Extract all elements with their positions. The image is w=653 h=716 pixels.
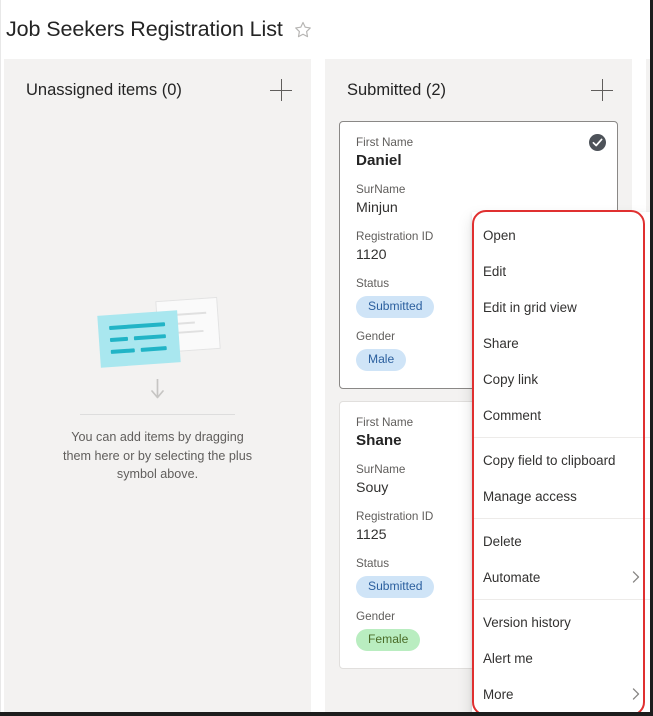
column-title: Submitted (2) — [347, 80, 447, 99]
menu-item-more[interactable]: More — [472, 676, 650, 712]
menu-item-label: Edit in grid view — [483, 299, 577, 315]
app-screen: Job Seekers Registration List Unassigned… — [0, 0, 653, 716]
check-circle-filled-icon[interactable] — [589, 134, 606, 151]
menu-item-label: Manage access — [483, 488, 577, 504]
column-header: Submitted (2) — [325, 59, 632, 121]
menu-item-label: Version history — [483, 614, 571, 630]
menu-item-label: Open — [483, 227, 516, 243]
field-label: SurName — [356, 183, 406, 196]
column-title: Unassigned items (0) — [26, 80, 182, 99]
menu-item-delete[interactable]: Delete — [472, 523, 650, 559]
menu-separator — [472, 599, 650, 600]
menu-separator — [472, 437, 650, 438]
menu-item-comment[interactable]: Comment — [472, 397, 650, 433]
menu-item-label: More — [483, 686, 514, 702]
arrow-down-icon — [151, 379, 164, 399]
menu-item-label: Copy field to clipboard — [483, 452, 616, 468]
menu-item-copy-link[interactable]: Copy link — [472, 361, 650, 397]
column-header: Unassigned items (0) — [4, 59, 311, 121]
plus-icon[interactable] — [589, 77, 615, 103]
empty-state: You can add items by dragging them here … — [4, 296, 311, 484]
menu-separator — [472, 518, 650, 519]
menu-item-edit-in-grid-view[interactable]: Edit in grid view — [472, 289, 650, 325]
field-value: Daniel — [356, 152, 402, 169]
gender-badge: Male — [356, 349, 407, 371]
menu-item-label: Automate — [483, 569, 541, 585]
status-badge: Submitted — [356, 576, 435, 598]
menu-item-label: Delete — [483, 533, 522, 549]
field-label: First Name — [356, 136, 414, 149]
menu-item-label: Comment — [483, 407, 542, 423]
menu-item-label: Edit — [483, 263, 507, 279]
board-column-unassigned: Unassigned items (0) You can add items b… — [4, 59, 311, 712]
star-outline-icon[interactable] — [294, 21, 312, 39]
menu-item-manage-access[interactable]: Manage access — [472, 478, 650, 514]
empty-state-divider — [80, 414, 235, 415]
menu-item-open[interactable]: Open — [472, 217, 650, 253]
menu-item-automate[interactable]: Automate — [472, 559, 650, 595]
menu-item-copy-field-to-clipboard[interactable]: Copy field to clipboard — [472, 442, 650, 478]
menu-item-alert-me[interactable]: Alert me — [472, 640, 650, 676]
drag-cards-illustration — [95, 296, 221, 375]
menu-item-version-history[interactable]: Version history — [472, 604, 650, 640]
page-header: Job Seekers Registration List — [0, 0, 650, 59]
empty-state-text: You can add items by dragging them here … — [62, 430, 252, 481]
illustration-front-card — [96, 310, 181, 368]
gender-badge: Female — [356, 629, 421, 651]
chevron-right-icon — [632, 571, 640, 583]
page-title: Job Seekers Registration List — [6, 17, 283, 41]
plus-icon[interactable] — [268, 77, 294, 103]
menu-item-label: Copy link — [483, 371, 539, 387]
context-menu[interactable]: Open Edit Edit in grid view Share Copy link C… — [472, 212, 650, 712]
menu-item-share[interactable]: Share — [472, 325, 650, 361]
menu-item-edit[interactable]: Edit — [472, 253, 650, 289]
status-badge: Submitted — [356, 296, 435, 318]
menu-item-label: Share — [483, 335, 519, 351]
card-field: First Name Daniel — [356, 135, 601, 171]
chevron-right-icon — [632, 688, 640, 700]
menu-item-label: Alert me — [483, 650, 533, 666]
